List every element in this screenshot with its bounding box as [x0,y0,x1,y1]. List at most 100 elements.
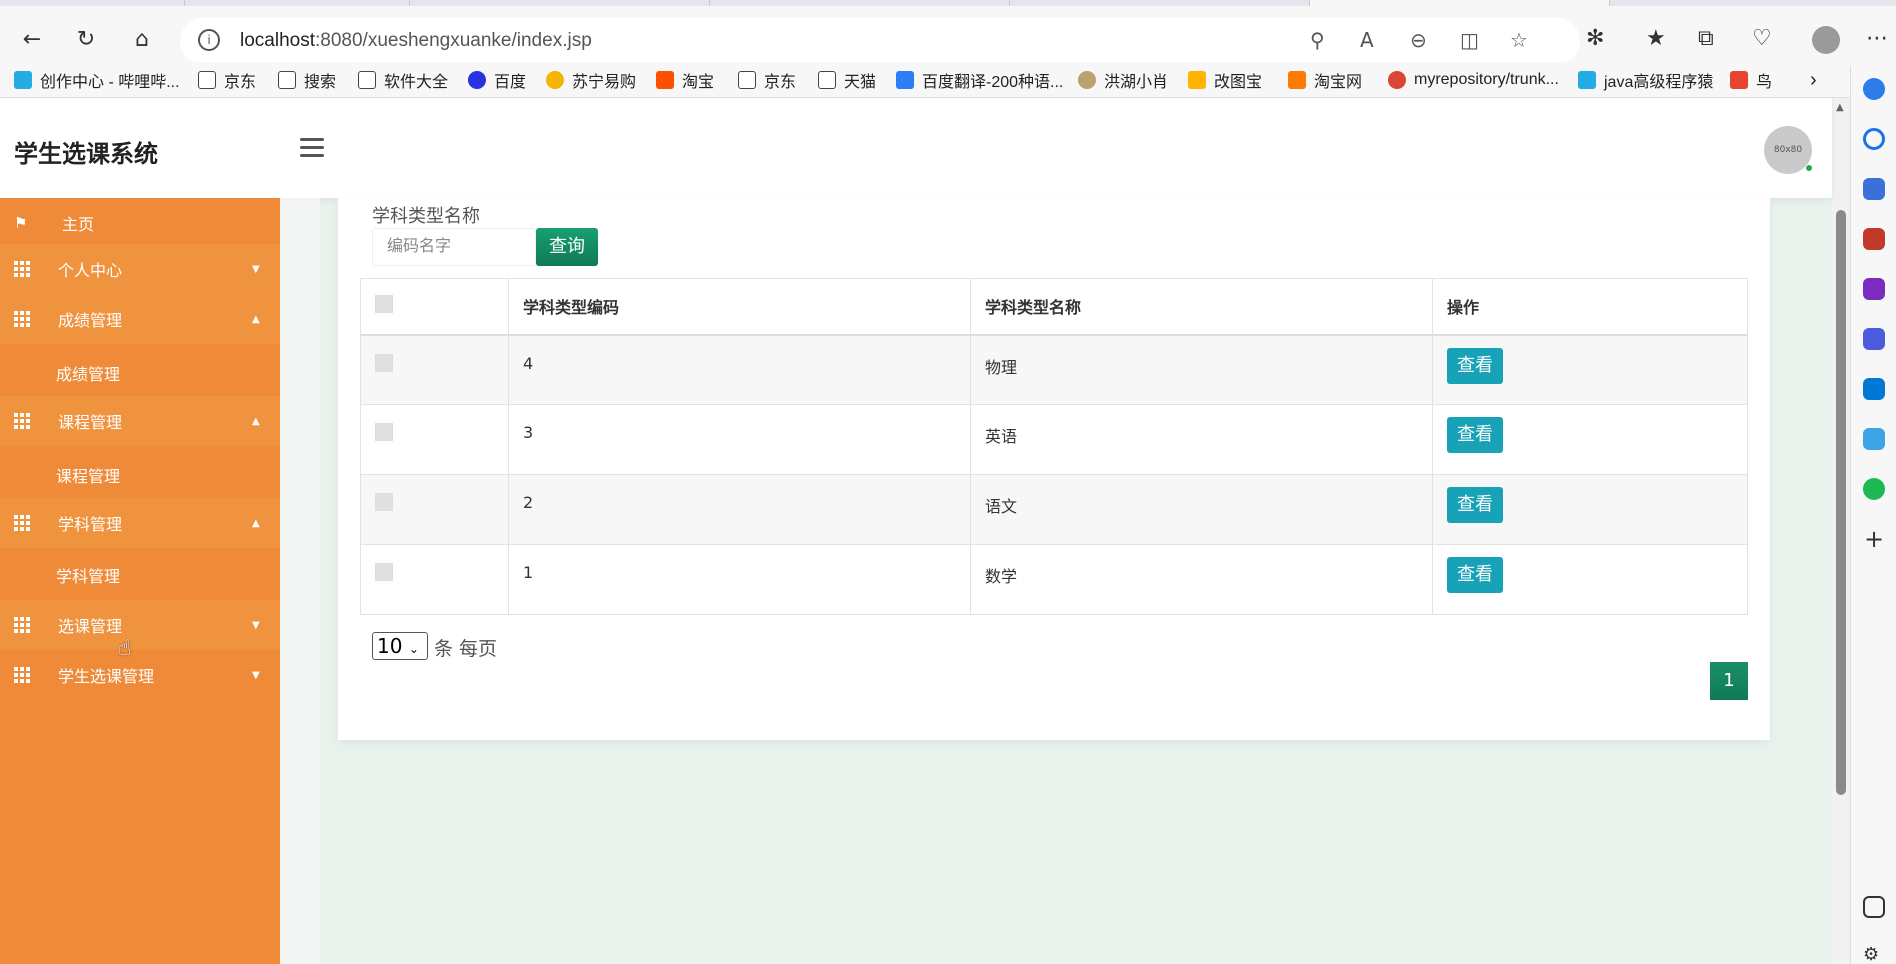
notification-bell-icon[interactable] [1863,78,1885,100]
subject-table: 学科类型编码 学科类型名称 操作 4 物理 查看 3 英语 查看 2 语文 查看… [360,278,1748,615]
suning-icon [546,71,564,89]
sidebar-item-courses[interactable]: 课程管理 ▲ [0,396,280,446]
row-checkbox[interactable] [375,353,393,372]
bookmark-item[interactable]: 苏宁易购 [546,68,636,92]
spotify-icon[interactable] [1863,478,1885,500]
sidebar-item-enrollment[interactable]: 选课管理 ▼ [0,600,280,650]
subject-code-cell: 1 [508,544,971,615]
scroll-thumb[interactable] [1836,210,1846,795]
page-icon [818,71,836,89]
home-icon[interactable]: ⌂ [126,24,158,56]
hamburger-menu-icon[interactable] [300,138,324,158]
tools-icon[interactable] [1863,228,1885,250]
extensions-icon[interactable]: ✻ [1586,26,1604,51]
baidu-icon [468,71,486,89]
row-checkbox-cell [360,334,509,405]
sidebar-item-grades[interactable]: 成绩管理 ▲ [0,294,280,344]
bookmark-item[interactable]: 京东 [738,68,796,92]
sidebar-item-label: 个人中心 [58,261,123,280]
column-header: 操作 [1432,278,1748,335]
subject-code-cell: 2 [508,474,971,545]
url-field[interactable]: i localhost:8080/xueshengxuanke/index.js… [180,18,1580,64]
search-button[interactable]: 查询 [536,228,598,266]
page-number-button[interactable]: 1 [1710,662,1748,700]
gaitubao-icon [1188,71,1206,89]
row-checkbox[interactable] [375,563,393,581]
browser-address-bar: ← ↻ ⌂ i localhost:8080/xueshengxuanke/in… [0,6,1896,66]
view-button[interactable]: 查看 [1447,347,1503,384]
sidebar-item-label: 课程管理 [58,413,123,432]
row-checkbox[interactable] [375,423,393,441]
sidebar-item-label: 成绩管理 [56,365,121,384]
zoom-out-icon[interactable]: ⊖ [1410,28,1427,52]
row-checkbox[interactable] [375,493,393,511]
caret-up-icon: ▲ [252,415,260,427]
add-icon[interactable]: + [1863,527,1885,551]
split-screen-icon[interactable]: ◫ [1460,28,1479,52]
send-icon[interactable] [1863,428,1885,450]
bookmark-item[interactable]: 搜索 [278,68,336,92]
more-menu-icon[interactable]: ⋯ [1866,26,1888,51]
bookmark-item[interactable]: 天猫 [818,68,876,92]
back-icon[interactable]: ← [16,24,48,56]
profile-icon[interactable] [1812,26,1840,54]
select-all-checkbox[interactable] [375,295,393,314]
bookmark-item[interactable]: myrepository/trunk... [1388,68,1559,92]
collections-icon[interactable]: ⧉ [1698,26,1714,51]
page-size-select[interactable]: 10 ⌄ [372,632,428,660]
grid-icon [14,667,30,683]
scroll-up-icon[interactable]: ▲ [1836,102,1844,113]
page-icon [738,71,756,89]
main-panel: 学科类型名称 编码名字 查询 学科类型编码 学科类型名称 操作 4 物理 查看 … [338,198,1770,740]
view-button[interactable]: 查看 [1447,487,1503,523]
chrome-icon [1388,71,1406,89]
browser-health-icon[interactable]: ♡ [1752,26,1772,51]
settings-gear-icon[interactable]: ⚙ [1863,944,1885,964]
key-icon[interactable]: ⚲ [1310,28,1325,52]
bookmark-item[interactable]: 创作中心 - 哔哩哔... [14,68,180,92]
page-icon [278,71,296,89]
sidebar-item-home[interactable]: ⚑ 主页 [0,198,280,248]
bookmark-item[interactable]: java高级程序猿 [1578,68,1713,92]
sidebar-subitem-courses[interactable]: 课程管理 [0,448,280,498]
search-input[interactable]: 编码名字 [372,228,536,266]
shopping-tag-icon[interactable] [1863,178,1885,200]
sidebar-item-subjects[interactable]: 学科管理 ▲ [0,498,280,548]
bookmark-item[interactable]: 淘宝网 [1288,68,1362,92]
bookmark-item[interactable]: 洪湖小肖 [1078,68,1168,92]
info-icon[interactable]: i [198,29,220,51]
view-button[interactable]: 查看 [1447,417,1503,453]
games-icon[interactable] [1863,278,1885,300]
caret-down-icon: ▼ [252,669,260,681]
bookmark-item[interactable]: 鸟 [1730,68,1772,92]
bookmark-item[interactable]: 淘宝 [656,68,714,92]
refresh-icon[interactable]: ↻ [70,24,102,56]
search-icon[interactable] [1863,128,1885,150]
bookmark-item[interactable]: 改图宝 [1188,68,1262,92]
grid-icon [14,261,30,277]
column-header: 学科类型名称 [970,278,1433,335]
row-checkbox-cell [360,474,509,545]
outlook-icon[interactable] [1863,378,1885,400]
row-checkbox-cell [360,404,509,475]
sidebar-item-student-enrollment[interactable]: 学生选课管理 ▼ [0,650,280,700]
sidebar-subitem-subjects[interactable]: 学科管理 [0,548,280,598]
page-size-value: 10 [377,634,403,658]
sidebar-subitem-grades[interactable]: 成绩管理 [0,346,280,396]
read-aloud-icon[interactable]: A [1360,28,1374,52]
favorite-star-icon[interactable]: ☆ [1510,28,1528,52]
bilibili-icon [14,71,32,89]
bookmark-item[interactable]: 百度 [468,68,526,92]
bookmark-item[interactable]: 百度翻译-200种语... [896,68,1063,92]
url-text[interactable]: localhost:8080/xueshengxuanke/index.jsp [240,30,592,52]
page-scrollbar[interactable]: ▲ [1832,98,1850,964]
microsoft365-icon[interactable] [1863,328,1885,350]
bookmark-item[interactable]: 软件大全 [358,68,448,92]
sidebar-item-personal-center[interactable]: 个人中心 ▼ [0,244,280,294]
action-cell: 查看 [1432,404,1748,475]
chevron-right-icon[interactable]: › [1810,68,1817,92]
bookmark-item[interactable]: 京东 [198,68,256,92]
screenshot-icon[interactable] [1863,896,1885,918]
favorites-icon[interactable]: ★ [1646,26,1666,51]
view-button[interactable]: 查看 [1447,557,1503,593]
